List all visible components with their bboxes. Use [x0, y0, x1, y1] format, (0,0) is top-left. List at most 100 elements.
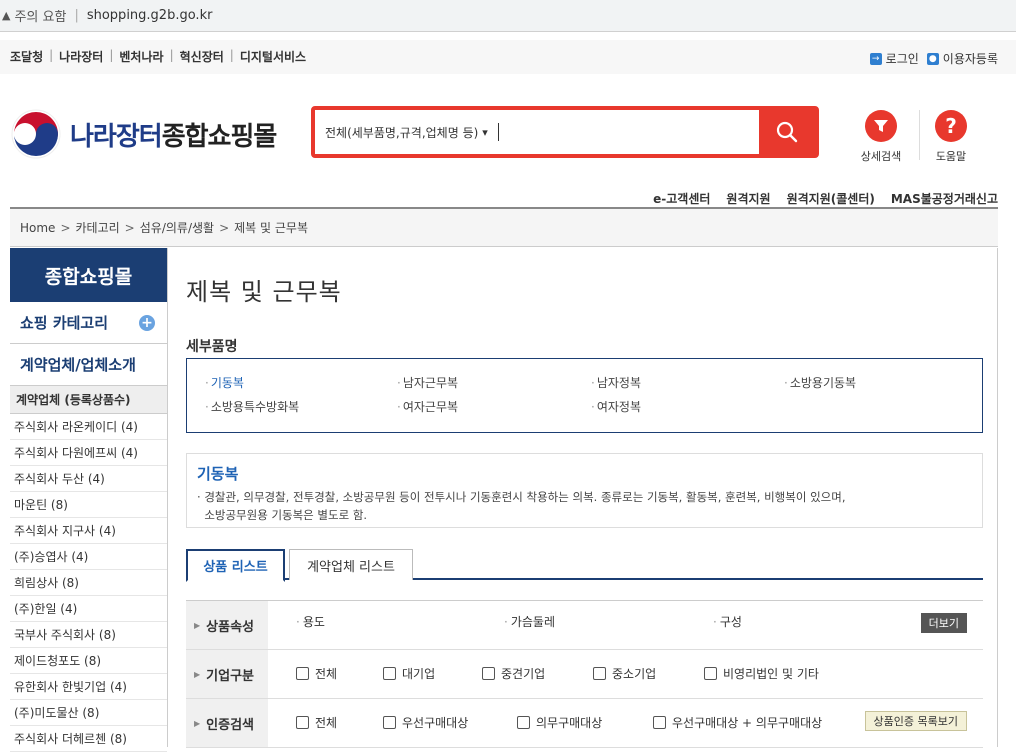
list-tabs: 상품 리스트 계약업체 리스트: [186, 549, 983, 582]
utility-bar: 조달청 | 나라장터 | 벤처나라 | 혁신장터 | 디지털서비스 → 로그인 ● 이용…: [0, 40, 1016, 74]
sub-item-link[interactable]: · 기동복: [205, 374, 244, 391]
breadcrumb-current: 제복 및 근무복: [234, 221, 308, 235]
description-line: 소방공무원용 기동복은 별도로 함.: [204, 508, 368, 522]
cert-checkbox[interactable]: 전체: [296, 714, 337, 731]
cert-checkbox[interactable]: 우선구매대상: [383, 714, 468, 731]
shopping-category-menu[interactable]: 쇼핑 카테고리 +: [10, 302, 167, 344]
remote-support-call-link[interactable]: 원격지원(콜센터): [787, 190, 875, 207]
question-icon: ?: [935, 110, 967, 142]
filter-label: ▶ 인증검색: [186, 699, 268, 747]
login-icon: →: [869, 52, 882, 65]
search-button[interactable]: [759, 110, 815, 154]
vendor-item[interactable]: 희림상사 (8): [10, 570, 167, 596]
detail-search-label: 상세검색: [860, 150, 902, 163]
e-customer-center-link[interactable]: e-고객센터: [653, 190, 710, 207]
address-bar[interactable]: ▲ 주의 요함 | shopping.g2b.go.kr: [0, 0, 1016, 32]
filter-label: ▶ 기업구분: [186, 650, 268, 698]
vendor-item[interactable]: (주)미도물산 (8): [10, 700, 167, 726]
breadcrumb-textile[interactable]: 섬유/의류/생활: [140, 219, 214, 236]
company-checkbox[interactable]: 중소기업: [593, 665, 656, 682]
sub-item-heading: 세부품명: [186, 339, 238, 355]
cert-checkbox[interactable]: 우선구매대상 + 의무구매대상: [653, 714, 822, 731]
tab-product-list[interactable]: 상품 리스트: [186, 549, 285, 582]
caret-right-icon: ▶: [194, 620, 201, 630]
checkbox[interactable]: [653, 716, 666, 729]
attribute-option[interactable]: · 구성: [713, 613, 742, 630]
vendor-item[interactable]: 제이드청포도 (8): [10, 648, 167, 674]
site-logo[interactable]: 나라장터종합쇼핑몰: [10, 108, 277, 160]
cert-list-button[interactable]: 상품인증 목록보기: [864, 711, 967, 731]
company-checkbox[interactable]: 전체: [296, 665, 337, 682]
vendor-item[interactable]: 주식회사 지구사 (4): [10, 518, 167, 544]
util-link-pps[interactable]: 조달청: [10, 48, 43, 65]
url-text[interactable]: shopping.g2b.go.kr: [87, 8, 213, 23]
search-scope-label: 전체(세부품명,규격,업체명 등): [325, 125, 479, 140]
vendor-item[interactable]: (주)승엽사 (4): [10, 544, 167, 570]
vendor-item[interactable]: (주)한일 (4): [10, 596, 167, 622]
caret-right-icon: ▶: [194, 669, 201, 679]
search-bar: 전체(세부품명,규격,업체명 등) ▾: [311, 106, 819, 158]
description-line: 경찰관, 의무경찰, 전투경찰, 소방공무원 등이 전투시나 기동훈련시 착용하…: [204, 490, 846, 504]
more-button[interactable]: 더보기: [920, 613, 967, 633]
register-label: 이용자등록: [942, 52, 998, 66]
checkbox[interactable]: [482, 667, 495, 680]
sub-item-link[interactable]: · 남자근무복: [397, 374, 458, 391]
login-link[interactable]: → 로그인: [869, 50, 919, 67]
checkbox[interactable]: [383, 716, 396, 729]
user-icon: ●: [926, 52, 939, 65]
checkbox[interactable]: [296, 716, 309, 729]
filter-row-company: ▶ 기업구분 전체 대기업 중견기업 중소기업 비영리법인 및 기타: [186, 650, 983, 699]
company-checkbox[interactable]: 중견기업: [482, 665, 545, 682]
vendor-item[interactable]: 주식회사 라온케이디 (4): [10, 414, 167, 440]
contract-vendor-menu[interactable]: 계약업체/업체소개: [10, 344, 167, 386]
detail-search-button[interactable]: 상세검색: [851, 110, 911, 164]
sub-item-link[interactable]: · 소방용특수방화복: [205, 398, 299, 415]
plus-icon[interactable]: +: [139, 314, 155, 331]
checkbox[interactable]: [383, 667, 396, 680]
cert-checkbox[interactable]: 의무구매대상: [517, 714, 602, 731]
filter-row-attributes: ▶ 상품속성 · 용도 · 가슴둘레 · 구성 더보기: [186, 601, 983, 650]
util-link-g2b[interactable]: 나라장터: [59, 48, 103, 65]
filter-icon: [865, 110, 897, 142]
sub-item-link[interactable]: · 여자근무복: [397, 398, 458, 415]
vendor-item[interactable]: 마운틴 (8): [10, 492, 167, 518]
vendor-item[interactable]: 주식회사 더헤르첸 (8): [10, 726, 167, 752]
util-link-digital[interactable]: 디지털서비스: [240, 48, 306, 65]
checkbox[interactable]: [517, 716, 530, 729]
tab-vendor-list[interactable]: 계약업체 리스트: [289, 549, 413, 580]
attribute-option[interactable]: · 가슴둘레: [504, 613, 555, 630]
help-button[interactable]: ? 도움말: [921, 110, 981, 164]
vendor-item[interactable]: 주식회사 다원에프씨 (4): [10, 440, 167, 466]
company-checkbox[interactable]: 비영리법인 및 기타: [704, 665, 819, 682]
company-checkbox[interactable]: 대기업: [383, 665, 435, 682]
search-scope-select[interactable]: 전체(세부품명,규격,업체명 등) ▾: [325, 124, 488, 141]
sub-item-link[interactable]: · 남자정복: [591, 374, 641, 391]
family-site-links: 조달청 | 나라장터 | 벤처나라 | 혁신장터 | 디지털서비스: [10, 48, 307, 65]
mas-report-link[interactable]: MAS불공정거래신고: [891, 190, 998, 207]
logo-text: 나라장터종합쇼핑몰: [70, 116, 277, 153]
sub-item-link[interactable]: · 소방용기동복: [784, 374, 856, 391]
register-link[interactable]: ● 이용자등록: [926, 50, 998, 67]
breadcrumb-home[interactable]: Home: [20, 221, 55, 235]
checkbox[interactable]: [704, 667, 717, 680]
search-icon: [776, 121, 798, 143]
attribute-option[interactable]: · 용도: [296, 613, 325, 630]
checkbox[interactable]: [593, 667, 606, 680]
breadcrumb-category[interactable]: 카테고리: [76, 219, 120, 236]
remote-support-link[interactable]: 원격지원: [726, 190, 770, 207]
text-cursor: [497, 123, 499, 141]
vendor-item[interactable]: 주식회사 두산 (4): [10, 466, 167, 492]
vendor-item[interactable]: 국부사 주식회사 (8): [10, 622, 167, 648]
filter-row-certification: ▶ 인증검색 전체 우선구매대상 의무구매대상 우선구매대상 + 의무구매대상 상…: [186, 699, 983, 748]
sidebar-title: 종합쇼핑몰: [10, 248, 167, 302]
vendor-item[interactable]: 유한회사 한빛기업 (4): [10, 674, 167, 700]
sub-item-link[interactable]: · 여자정복: [591, 398, 641, 415]
header-divider: [919, 110, 920, 160]
checkbox[interactable]: [296, 667, 309, 680]
shopping-category-label: 쇼핑 카테고리: [20, 314, 109, 332]
help-label: 도움말: [935, 150, 967, 163]
util-link-innovation[interactable]: 혁신장터: [180, 48, 224, 65]
util-link-venture[interactable]: 벤처나라: [119, 48, 163, 65]
search-input[interactable]: [502, 117, 759, 147]
taegeuk-emblem-icon: [11, 109, 61, 159]
